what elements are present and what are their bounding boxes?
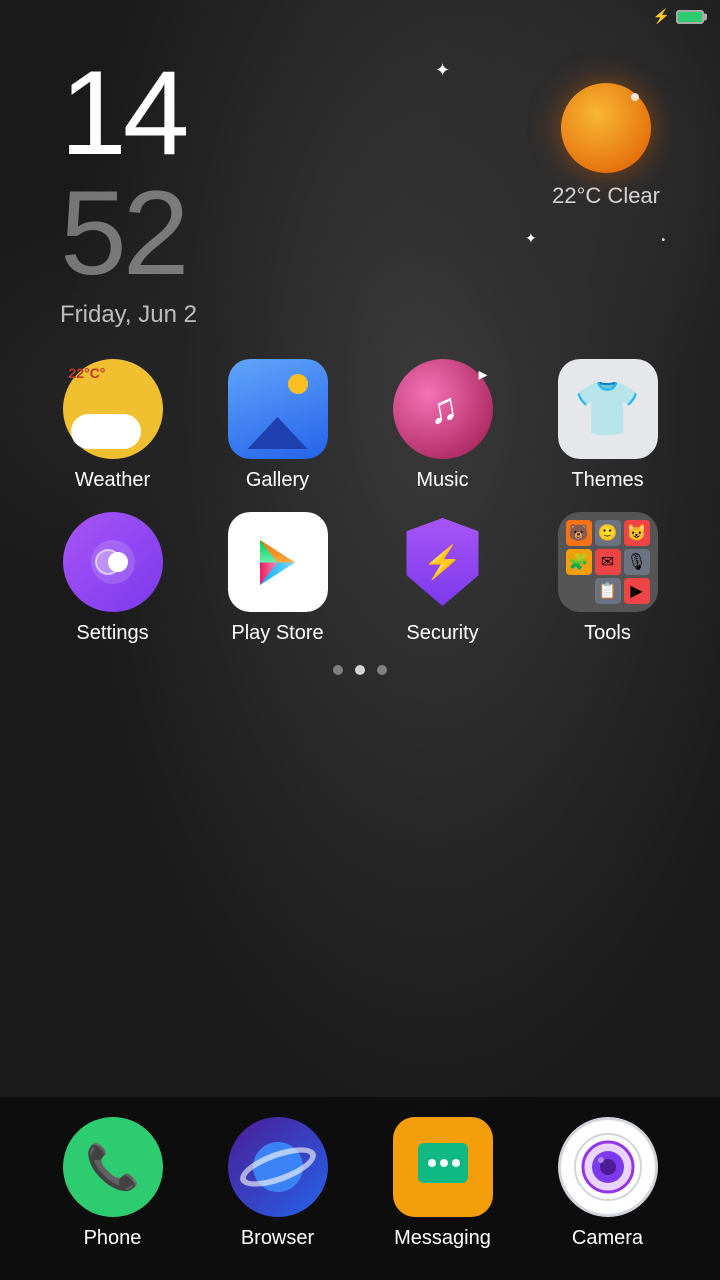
gallery-sun [288,374,308,394]
camera-lens-svg [573,1132,643,1202]
security-icon-bg: ⚡ [393,512,493,612]
app-security[interactable]: ⚡ Security [373,512,513,645]
app-tools[interactable]: 🐻 🙂 😺 🧩 ✉ 🎙 📋 ▶ Tools [538,512,678,645]
cloud-shape [71,414,141,449]
dock-label-phone: Phone [84,1227,142,1250]
phone-icon-bg: 📞 [63,1117,163,1217]
tshirt-icon: 👕 [574,378,641,441]
app-icon-tools: 🐻 🙂 😺 🧩 ✉ 🎙 📋 ▶ [558,512,658,612]
dock-camera[interactable]: Camera [538,1117,678,1250]
tool-mini-1: 🐻 [566,520,592,546]
tools-icon-bg: 🐻 🙂 😺 🧩 ✉ 🎙 📋 ▶ [558,512,658,612]
dock-messaging[interactable]: Messaging [373,1117,513,1250]
shield-icon: ⚡ [403,518,483,606]
charging-icon: ⚡ [653,8,670,25]
app-label-gallery: Gallery [246,469,309,492]
tool-mini-5: ✉ [595,549,621,575]
app-grid: 22°C° Weather Gallery ♫ ▸ [0,329,720,645]
music-arrow-icon: ▸ [478,364,487,385]
app-label-settings: Settings [76,622,148,645]
music-icon-bg: ♫ ▸ [393,359,493,459]
tool-mini-7 [566,578,592,604]
time-hour: 14 [60,53,197,173]
playstore-icon-bg [228,512,328,612]
weather-badge: 22°C° [69,365,106,381]
app-playstore[interactable]: Play Store [208,512,348,645]
browser-icon-bg [228,1117,328,1217]
app-icon-themes: 👕 [558,359,658,459]
messaging-bubble-svg [410,1135,475,1200]
dock-icon-messaging [393,1117,493,1217]
time-block: 14 52 Friday, Jun 2 [60,53,197,329]
app-icon-settings [63,512,163,612]
phone-icon: 📞 [85,1141,140,1193]
tool-mini-2: 🙂 [595,520,621,546]
app-label-themes: Themes [571,469,643,492]
app-music[interactable]: ♫ ▸ Music [373,359,513,492]
clock-weather-area: 14 52 Friday, Jun 2 22°C Clear [0,33,720,329]
weather-widget[interactable]: 22°C Clear [552,83,660,209]
dock-icon-phone: 📞 [63,1117,163,1217]
page-indicator [0,665,720,675]
app-label-weather: Weather [75,469,150,492]
sun-orb [561,83,651,173]
camera-icon-bg [558,1117,658,1217]
tool-mini-4: 🧩 [566,549,592,575]
dock-phone[interactable]: 📞 Phone [43,1117,183,1250]
gallery-mountain [248,409,308,449]
dock-label-browser: Browser [241,1227,314,1250]
app-label-playstore: Play Store [231,622,323,645]
app-icon-weather: 22°C° [63,359,163,459]
app-themes[interactable]: 👕 Themes [538,359,678,492]
themes-icon-bg: 👕 [558,359,658,459]
settings-icon-bg [63,512,163,612]
battery-indicator [676,10,704,24]
gallery-icon-bg [228,359,328,459]
tool-mini-8: 📋 [595,578,621,604]
weather-display: 22°C Clear [552,183,660,209]
app-icon-gallery [228,359,328,459]
app-icon-playstore [228,512,328,612]
weather-icon-bg: 22°C° [63,359,163,459]
app-icon-security: ⚡ [393,512,493,612]
app-weather[interactable]: 22°C° Weather [43,359,183,492]
page-dot-3[interactable] [377,665,387,675]
dock: 📞 Phone Browser [0,1097,720,1280]
tool-mini-6: 🎙 [624,549,650,575]
date-display: Friday, Jun 2 [60,301,197,329]
app-gallery[interactable]: Gallery [208,359,348,492]
settings-toggle-svg [88,537,138,587]
time-minute: 52 [60,173,197,293]
dock-icon-browser [228,1117,328,1217]
page-dot-2[interactable] [355,665,365,675]
dock-label-camera: Camera [572,1227,643,1250]
app-label-security: Security [406,622,478,645]
messaging-icon-bg [393,1117,493,1217]
dock-label-messaging: Messaging [394,1227,491,1250]
app-label-tools: Tools [584,622,631,645]
tool-mini-9: ▶ [624,578,650,604]
playstore-triangle-svg [250,535,305,590]
tool-mini-3: 😺 [624,520,650,546]
app-icon-music: ♫ ▸ [393,359,493,459]
status-bar: ⚡ [0,0,720,33]
app-row-2: Settings [30,512,690,645]
dock-icon-camera [558,1117,658,1217]
app-row-1: 22°C° Weather Gallery ♫ ▸ [30,359,690,492]
page-dot-1[interactable] [333,665,343,675]
app-label-music: Music [416,469,468,492]
dock-browser[interactable]: Browser [208,1117,348,1250]
app-settings[interactable]: Settings [43,512,183,645]
music-note-icon: ♫ [424,384,461,434]
